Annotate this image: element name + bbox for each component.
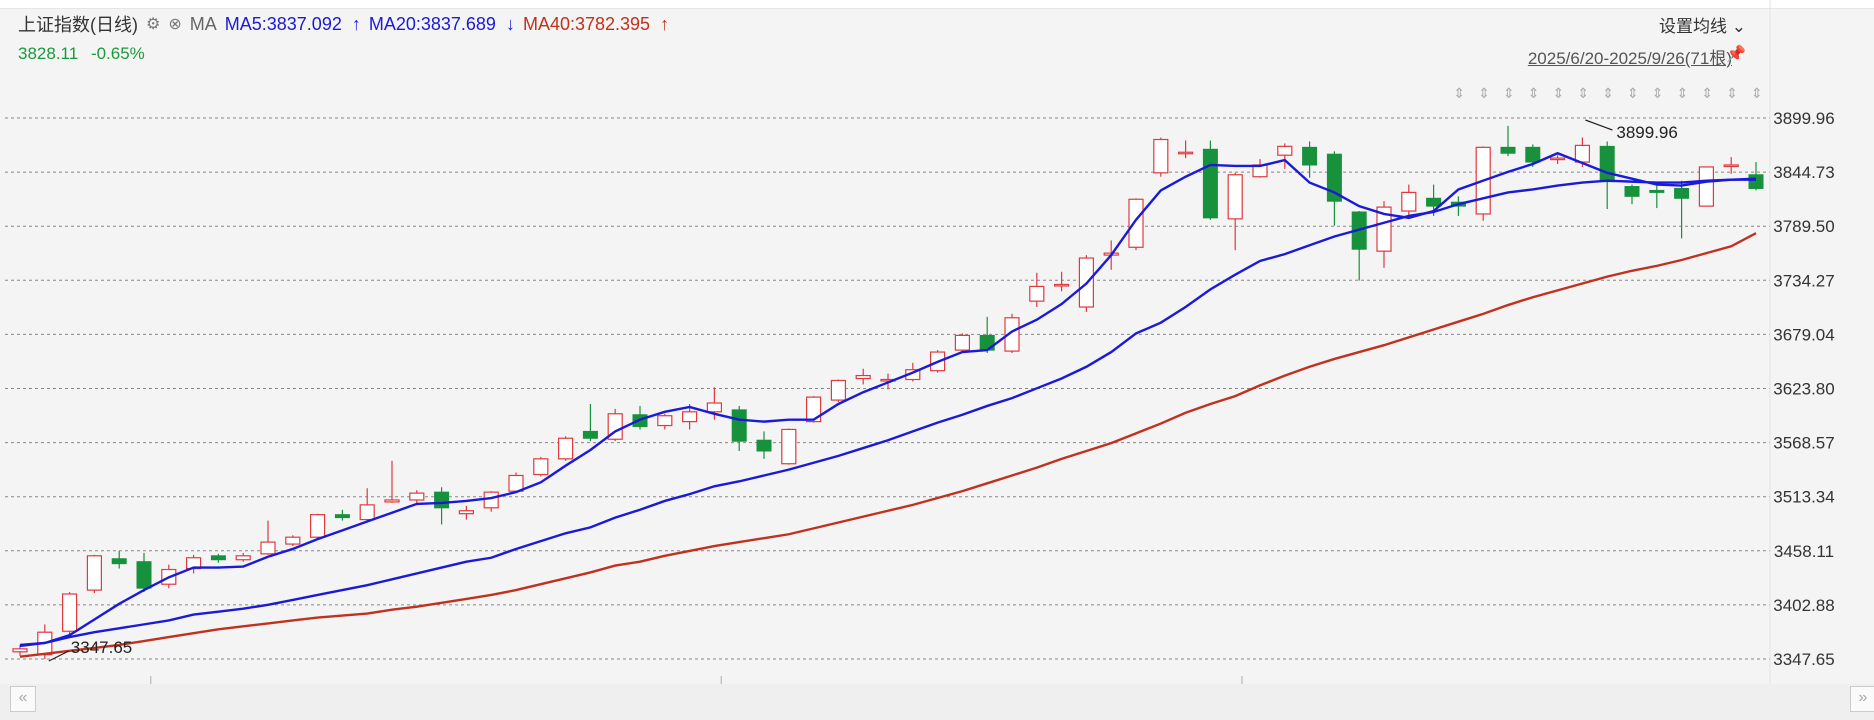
- candle-body: [533, 458, 549, 476]
- candle-body: [731, 409, 747, 442]
- candle-body: [1227, 174, 1243, 220]
- candle-body: [855, 374, 871, 380]
- candle-body: [483, 491, 499, 509]
- arrow-marker-icon: ⇕: [1577, 86, 1589, 102]
- y-tick-label: 3458.11: [1774, 542, 1834, 561]
- scroll-left-button[interactable]: «: [10, 686, 36, 712]
- ma5-line: [19, 151, 1756, 648]
- candle-body: [334, 514, 350, 519]
- candle-body: [1649, 189, 1665, 193]
- y-tick-label: 3789.50: [1773, 217, 1834, 236]
- candle-body: [434, 491, 450, 509]
- arrow-marker-icon: ⇕: [1553, 86, 1565, 102]
- candle-body: [458, 510, 474, 515]
- candle-body: [681, 411, 698, 423]
- low-annotation: 3347.65: [71, 638, 132, 657]
- y-tick-label: 3899.96: [1773, 109, 1834, 128]
- candle-body: [235, 555, 251, 561]
- candle-body: [409, 492, 425, 501]
- candle-body: [1549, 157, 1566, 161]
- candle-body: [1177, 151, 1194, 155]
- candle-body: [111, 558, 127, 565]
- candle-body: [1401, 191, 1417, 212]
- candle-body: [508, 474, 524, 492]
- y-tick-label: 3402.88: [1773, 596, 1834, 615]
- candle-body: [582, 430, 598, 439]
- candle-body: [1029, 285, 1045, 302]
- candle-body: [61, 593, 78, 632]
- candle-body: [1500, 146, 1516, 154]
- candle-body: [706, 402, 723, 413]
- candle-body: [1674, 187, 1690, 199]
- candle-body: [210, 555, 226, 561]
- arrow-marker-icon: ⇕: [1602, 86, 1614, 102]
- arrow-marker-icon: ⇕: [1677, 86, 1689, 102]
- scroll-right-button[interactable]: »: [1850, 686, 1874, 712]
- candle-body: [1599, 145, 1615, 183]
- candle-body: [1426, 197, 1442, 207]
- candle-body: [756, 439, 772, 452]
- arrow-marker-icon: ⇕: [1627, 86, 1639, 102]
- candle-body: [954, 334, 971, 351]
- candle-body: [830, 379, 847, 401]
- arrow-marker-icon: ⇕: [1478, 86, 1490, 102]
- candle-body: [1202, 148, 1218, 219]
- y-tick-label: 3513.34: [1773, 488, 1834, 507]
- arrow-marker-icon: ⇕: [1751, 86, 1763, 102]
- y-tick-label: 3623.80: [1773, 380, 1834, 399]
- candle-body: [1277, 145, 1293, 156]
- arrow-marker-icon: ⇕: [1503, 86, 1515, 102]
- candlestick-chart[interactable]: 3899.96 3844.73 3789.50 3734.27 3679.04 3623.…: [0, 0, 1874, 720]
- arrow-marker-icon: ⇕: [1528, 86, 1540, 102]
- candle-body: [1153, 138, 1169, 174]
- arrow-marker-icon: ⇕: [1652, 86, 1664, 102]
- candle-body: [285, 536, 301, 545]
- annotation-arrow: [1585, 119, 1613, 131]
- y-tick-label: 3844.73: [1773, 163, 1834, 182]
- candle-body: [310, 514, 326, 538]
- candle-body: [1525, 146, 1541, 163]
- candle-body: [86, 555, 103, 591]
- candle-body: [136, 561, 152, 589]
- candle-body: [557, 437, 574, 460]
- candle-body: [657, 415, 673, 427]
- candle-body: [1302, 146, 1318, 166]
- candle-body: [12, 648, 28, 653]
- y-tick-label: 3568.57: [1773, 434, 1834, 453]
- candle-body: [1053, 283, 1070, 287]
- ma20-line: [19, 177, 1757, 647]
- candle-body: [1748, 174, 1764, 189]
- y-tick-label: 3734.27: [1773, 271, 1834, 290]
- scroll-bar: [0, 684, 1874, 720]
- candle-body: [1624, 186, 1640, 197]
- arrow-marker-icon: ⇕: [1701, 86, 1713, 102]
- candle-body: [1574, 144, 1591, 163]
- candle-body: [359, 504, 375, 521]
- candle-body: [1698, 166, 1715, 207]
- candle-body: [384, 499, 400, 503]
- arrow-marker-icon: ⇕: [1453, 86, 1465, 102]
- candle-body: [781, 428, 797, 465]
- candle-body: [260, 541, 276, 555]
- y-tick-label: 3679.04: [1773, 325, 1834, 344]
- arrow-marker-icon: ⇕: [1726, 86, 1738, 102]
- candle-body: [1128, 198, 1144, 248]
- high-annotation: 3899.96: [1616, 123, 1677, 142]
- ma40-line: [19, 232, 1757, 658]
- candle-body: [1723, 164, 1739, 168]
- y-tick-label: 3347.65: [1773, 650, 1834, 669]
